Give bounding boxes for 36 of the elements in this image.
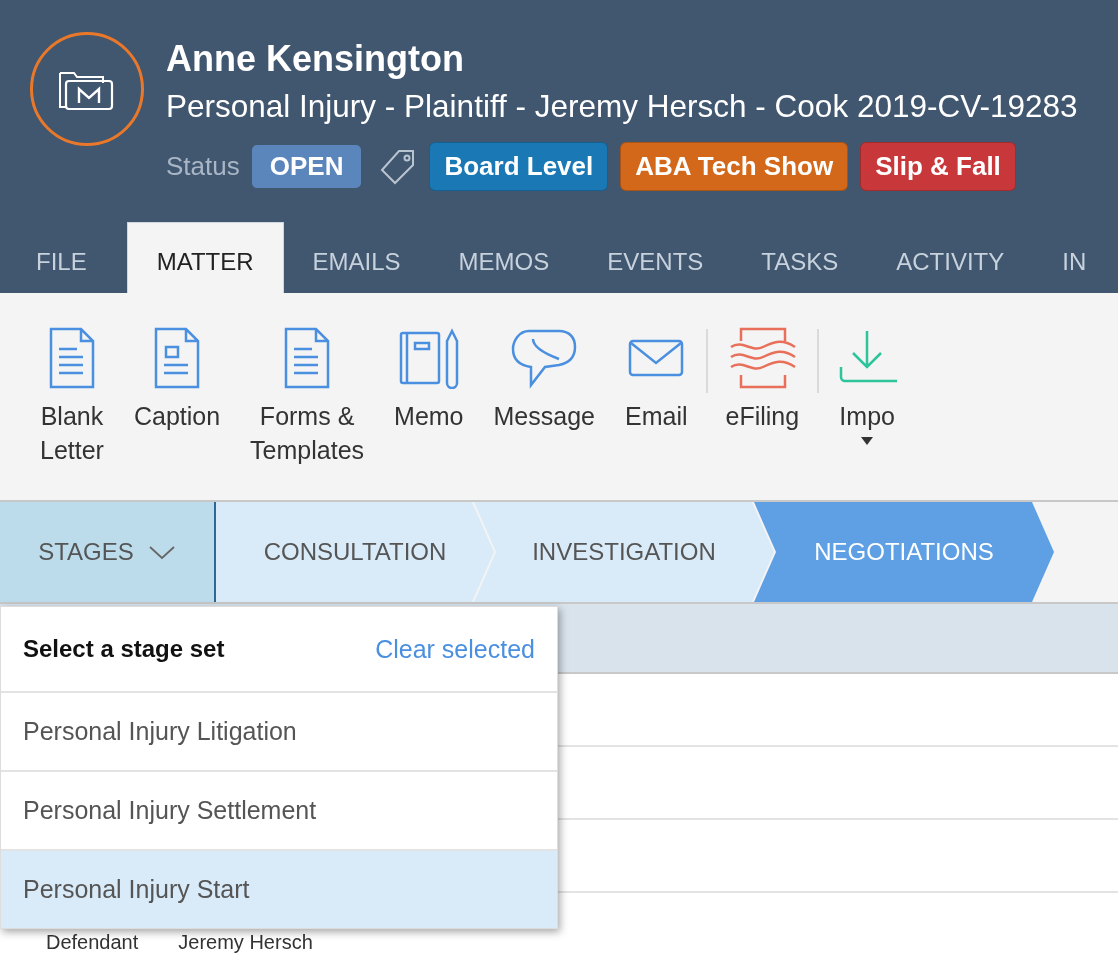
tab[interactable]: MEMOS — [429, 223, 579, 293]
toolbar-button[interactable]: Forms & Templates — [238, 327, 377, 467]
tag-chip[interactable]: ABA Tech Show — [620, 142, 849, 191]
tab[interactable]: ACTIVITY — [867, 223, 1034, 293]
menu-item[interactable]: Personal Injury Litigation — [1, 693, 557, 772]
status-badge: OPEN — [251, 145, 362, 188]
field-value: Jeremy Hersch — [178, 931, 313, 953]
toolbar-button[interactable]: Message — [481, 327, 607, 433]
menu-title: Select a stage set — [23, 635, 225, 663]
document-icon — [152, 327, 202, 389]
field-label: Defendant — [46, 931, 139, 953]
tab[interactable]: EVENTS — [578, 223, 733, 293]
chevron-down-icon — [147, 544, 176, 560]
stages-dropdown[interactable]: STAGES — [0, 502, 216, 602]
toolbar-button[interactable]: Email — [613, 327, 700, 433]
toolbar-button[interactable]: Caption — [121, 327, 233, 433]
tag-chip[interactable]: Board Level — [429, 142, 609, 191]
stage-step[interactable]: INVESTIGATION — [474, 502, 774, 602]
caret-icon — [861, 437, 874, 445]
client-name: Anne Kensington — [166, 37, 465, 81]
stage-step[interactable]: CONSULTATION — [216, 502, 494, 602]
clear-selected-link[interactable]: Clear selected — [375, 634, 535, 664]
toolbar-button[interactable]: Blank Letter — [28, 327, 116, 467]
tag-chip[interactable]: Slip & Fall — [860, 142, 1016, 191]
tab[interactable]: MATTER — [126, 222, 284, 293]
toolbar-button[interactable]: Impo — [825, 327, 910, 445]
matter-title: Personal Injury - Plaintiff - Jeremy Hersch - Cook 2019-CV-19283 — [166, 87, 1078, 126]
menu-item[interactable]: Personal Injury Start — [1, 851, 557, 928]
toolbar-button[interactable]: eFiling — [713, 327, 812, 433]
matter-avatar-icon — [30, 32, 144, 146]
tab[interactable]: FILE — [0, 223, 127, 293]
status-label: Status — [166, 151, 240, 182]
toolbar-button[interactable]: Memo — [382, 327, 476, 433]
tab[interactable]: TASKS — [732, 223, 868, 293]
tab[interactable]: EMAILS — [283, 223, 430, 293]
tab[interactable]: IN — [1033, 223, 1116, 293]
